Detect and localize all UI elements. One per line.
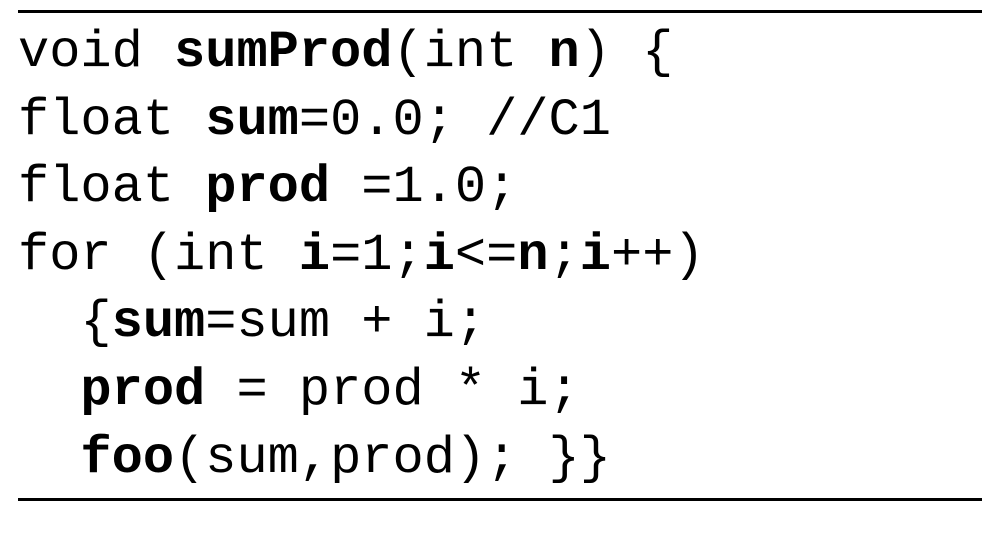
function-name: sumProd — [174, 23, 392, 82]
code-block: void sumProd(int n) { float sum=0.0; //C… — [18, 10, 982, 501]
operator: ++) — [611, 226, 705, 285]
code-line-5: {sum=sum + i; — [18, 289, 982, 357]
type: float — [18, 91, 205, 150]
code-line-3: float prod =1.0; — [18, 154, 982, 222]
for-keyword: for (int — [18, 226, 299, 285]
var-name: sum — [205, 91, 299, 150]
expression: = prod * i; — [205, 361, 579, 420]
assign-comment: =0.0; //C1 — [299, 91, 611, 150]
code-line-4: for (int i=1;i<=n;i++) — [18, 222, 982, 290]
operator: =1; — [330, 226, 424, 285]
args-braces: (sum,prod); }} — [174, 429, 611, 488]
keyword: void — [18, 23, 174, 82]
var-name: i — [580, 226, 611, 285]
indent — [18, 429, 80, 488]
expression: =sum + i; — [205, 293, 486, 352]
operator: ; — [549, 226, 580, 285]
var-name: i — [424, 226, 455, 285]
brace: ) { — [580, 23, 674, 82]
assign: =1.0; — [330, 158, 517, 217]
operator: <= — [455, 226, 517, 285]
indent — [18, 361, 80, 420]
param-type: (int — [392, 23, 548, 82]
var-name: n — [517, 226, 548, 285]
code-line-2: float sum=0.0; //C1 — [18, 87, 982, 155]
code-line-7: foo(sum,prod); }} — [18, 425, 982, 493]
indent-brace: { — [18, 293, 112, 352]
type: float — [18, 158, 205, 217]
code-line-6: prod = prod * i; — [18, 357, 982, 425]
var-name: prod — [205, 158, 330, 217]
function-call: foo — [80, 429, 174, 488]
param-name: n — [549, 23, 580, 82]
var-name: i — [299, 226, 330, 285]
var-name: sum — [112, 293, 206, 352]
code-line-1: void sumProd(int n) { — [18, 19, 982, 87]
var-name: prod — [80, 361, 205, 420]
